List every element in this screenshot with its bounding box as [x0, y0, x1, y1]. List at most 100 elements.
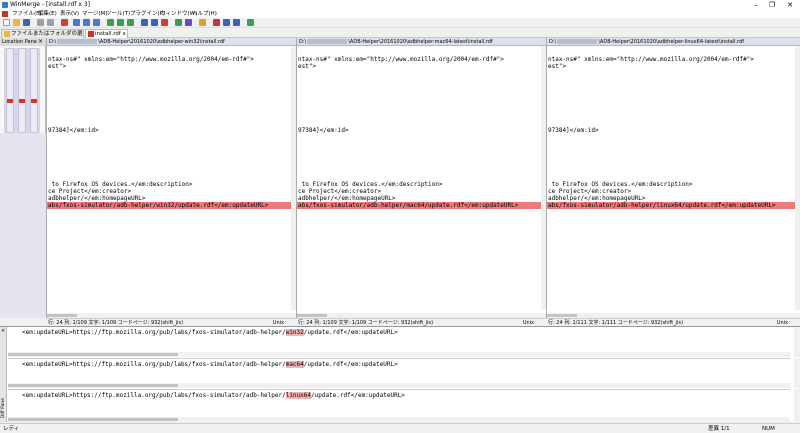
scroll-thumb[interactable]	[47, 314, 77, 317]
pane-status-right: 行: 24 列: 1/111 文字: 1/111 コードページ: 932(shi…	[546, 318, 800, 326]
menu-help[interactable]: ヘルプ(H)	[192, 10, 217, 18]
code-line: adbhelper/</em:homepageURL>	[548, 195, 646, 202]
diff-detail-row-right[interactable]: <em:updateURL>https://ftp.mozilla.org/pu…	[8, 389, 790, 422]
horizontal-scrollbar[interactable]	[8, 352, 790, 357]
diff-word: win32	[156, 202, 175, 209]
close-icon[interactable]: ×	[38, 38, 43, 46]
pane-status-middle: 行: 24 列: 1/109 文字: 1/109 コードページ: 932(shi…	[296, 318, 546, 326]
merge-icon[interactable]	[141, 19, 148, 26]
vertical-scrollbar[interactable]	[794, 327, 800, 357]
compare-icon[interactable]	[175, 19, 182, 26]
tab-install-rdf[interactable]: install.rdf x 3	[85, 29, 128, 45]
horizontal-scrollbar[interactable]	[8, 417, 790, 422]
undo-icon[interactable]	[37, 19, 44, 26]
diff-text: /update.rdf</em:updateURL>	[303, 329, 398, 336]
close-button[interactable]: ✕	[782, 0, 798, 10]
scroll-thumb[interactable]	[8, 353, 178, 356]
menu-edit[interactable]: 編集(E)	[38, 10, 57, 18]
code-line: ce Project</em:creator>	[298, 188, 382, 195]
code-line: ce Project</em:creator>	[48, 188, 132, 195]
redacted-path	[57, 39, 98, 44]
diff-detail-pane: × Diff Pane <em:updateURL>https://ftp.mo…	[0, 326, 800, 422]
scroll-thumb[interactable]	[8, 418, 178, 421]
location-map[interactable]	[4, 48, 40, 133]
diff-line-highlight[interactable]: abs/fxos-simulator/adb-helper/mac64/upda…	[297, 202, 546, 209]
vertical-scrollbar[interactable]	[794, 358, 800, 388]
code-line: 97384]</em:id>	[298, 127, 349, 134]
menu-tools[interactable]: ツール(T)	[106, 10, 130, 18]
diff-detail-row-middle[interactable]: <em:updateURL>https://ftp.mozilla.org/pu…	[8, 358, 790, 388]
diff-marker	[31, 99, 37, 103]
horizontal-scrollbar[interactable]	[8, 383, 790, 388]
diff-pane-middle[interactable]: D:\ \ADB-Helper\20161020\adbhelper-mac64-…	[296, 38, 546, 318]
scroll-thumb[interactable]	[547, 314, 577, 317]
diff-text: /update.rdf</em:updateURL>	[303, 361, 398, 368]
menu-view[interactable]: 表示(V)	[60, 10, 79, 18]
location-pane-background	[0, 133, 46, 318]
options-icon[interactable]	[185, 19, 192, 26]
diff-pane-strip: × Diff Pane	[0, 327, 7, 422]
prev-diff-icon[interactable]	[73, 19, 80, 26]
scroll-thumb[interactable]	[8, 384, 178, 387]
copy-right-icon[interactable]	[107, 19, 114, 26]
mark-icon[interactable]	[161, 19, 168, 26]
next-diff-icon[interactable]	[83, 19, 90, 26]
diff-word: mac64	[406, 202, 425, 209]
code-line: to Firefox OS devices.</em:description>	[48, 181, 193, 188]
vertical-scrollbar[interactable]	[794, 389, 800, 422]
path-suffix: \ADB-Helper\20161020\adbhelper-win32\ins…	[98, 39, 225, 45]
status-bar: レディ 差異 1/1 NUM	[0, 423, 800, 433]
diff-text: abs/fxos-simulator/adb-helper/	[548, 202, 657, 209]
save-icon[interactable]	[23, 19, 30, 26]
num-lock-indicator: NUM	[762, 426, 775, 432]
redo-icon[interactable]	[47, 19, 54, 26]
menu-bar: ファイル(F) 編集(E) 表示(V) マージ(M) ツール(T) プラグイン(…	[0, 10, 800, 18]
code-line: ntax-ns#" xmlns:em="http://www.mozilla.o…	[48, 56, 254, 63]
diff-pane-label: Diff Pane	[1, 397, 6, 418]
diff-line-highlight[interactable]: abs/fxos-simulator/adb-helper/linux64/up…	[547, 202, 800, 209]
close-icon[interactable]: ×	[1, 328, 5, 334]
redacted-path	[557, 39, 598, 44]
document-tab-bar: ファイルまたはフォルダの選択... install.rdf x 3	[0, 28, 800, 45]
play-icon[interactable]	[223, 19, 230, 26]
diff-detail-row-left[interactable]: <em:updateURL>https://ftp.mozilla.org/pu…	[8, 327, 790, 357]
merge-all-icon[interactable]	[151, 19, 158, 26]
swap-icon[interactable]	[247, 19, 254, 26]
code-line: 97384]</em:id>	[548, 127, 599, 134]
window-title: WinMerge - [install.rdf x 3]	[10, 1, 90, 8]
menu-merge[interactable]: マージ(M)	[82, 10, 107, 18]
code-line: adbhelper/</em:homepageURL>	[48, 195, 146, 202]
folder-icon	[4, 31, 10, 37]
new-icon[interactable]	[3, 19, 10, 26]
path-suffix: \ADB-Helper\20161020\adbhelper-linux64-l…	[598, 39, 745, 45]
file-path-header: D:\ \ADB-Helper\20161020\adbhelper-win32\…	[47, 38, 296, 46]
document-menu-icon[interactable]	[2, 11, 8, 17]
code-line: 97384]</em:id>	[48, 127, 99, 134]
open-icon[interactable]	[13, 19, 20, 26]
location-bar-middle	[18, 48, 26, 133]
diff-word: linux64	[285, 392, 311, 399]
minimize-button[interactable]: –	[748, 0, 764, 10]
diff-pane-left[interactable]: D:\ \ADB-Helper\20161020\adbhelper-win32\…	[46, 38, 296, 318]
path-prefix: D:\	[549, 39, 557, 45]
copy-all-icon[interactable]	[127, 19, 134, 26]
code-line: ce Project</em:creator>	[548, 188, 632, 195]
vertical-scrollbar[interactable]	[795, 46, 800, 310]
refresh-icon[interactable]	[199, 19, 206, 26]
sync-icon[interactable]	[233, 19, 240, 26]
last-diff-icon[interactable]	[93, 19, 100, 26]
scroll-thumb[interactable]	[297, 314, 327, 317]
diff-line-highlight[interactable]: abs/fxos-simulator/adb-helper/win32/upda…	[47, 202, 296, 209]
diff-text: <em:updateURL>https://ftp.mozilla.org/pu…	[22, 392, 286, 399]
diff-marker	[19, 99, 25, 103]
diff-text: abs/fxos-simulator/adb-helper/	[298, 202, 407, 209]
diff-icon[interactable]	[61, 19, 68, 26]
maximize-button[interactable]: ❐	[764, 0, 780, 10]
copy-left-icon[interactable]	[117, 19, 124, 26]
diff-pane-right[interactable]: D:\ \ADB-Helper\20161020\adbhelper-linux6…	[546, 38, 800, 318]
document-icon	[88, 31, 94, 37]
status-ready: レディ	[3, 426, 20, 432]
diff-text: /update.rdf</em:updateURL>	[424, 202, 519, 209]
tab-select-files[interactable]: ファイルまたはフォルダの選択...	[1, 29, 84, 45]
record-icon[interactable]	[213, 19, 220, 26]
